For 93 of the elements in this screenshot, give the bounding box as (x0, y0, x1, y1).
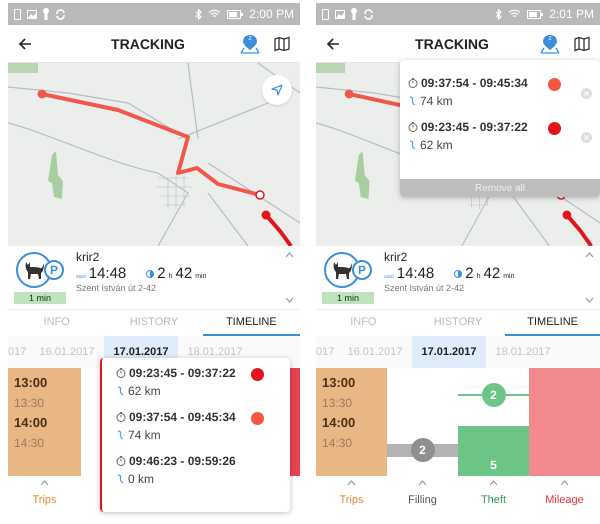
trip-time: 09:46:23 - 09:59:26 (129, 454, 236, 468)
hour-label: 14:00 (14, 416, 48, 430)
screen-title: TRACKING (414, 36, 490, 52)
duration-icon (146, 270, 154, 278)
category-tab[interactable]: Filling (387, 476, 458, 518)
vehicle-address: Szent István út 2-42 (76, 283, 158, 293)
image-icon (27, 10, 37, 18)
bluetooth-icon (495, 8, 502, 20)
route-icon (116, 386, 125, 396)
caret-icon (489, 480, 498, 486)
wifi-icon (208, 9, 222, 19)
screen-title: TRACKING (110, 36, 186, 52)
duration-hours: 2 (157, 265, 166, 282)
vehicle-avatar (16, 252, 52, 288)
vehicle-address: Szent István út 2-42 (384, 283, 466, 293)
bluetooth-icon (195, 8, 202, 20)
category-tab[interactable]: Theft (458, 476, 529, 518)
trip-distance: 62 km (420, 138, 453, 152)
expand-icon (585, 297, 594, 303)
status-time: 2:00 PM (249, 7, 294, 21)
caret-icon (560, 480, 569, 486)
stopwatch-icon (116, 368, 126, 378)
trip-distance: 0 km (128, 472, 154, 486)
stopwatch-icon (116, 456, 126, 466)
hour-label: 13:00 (322, 376, 356, 390)
sync-icon (363, 8, 374, 20)
category-tab[interactable]: Trips (8, 476, 81, 518)
vehicle-name: krir2 (76, 250, 100, 264)
caret-icon (347, 480, 356, 486)
close-icon (584, 135, 589, 140)
hour-label: 14:00 (322, 416, 356, 430)
category-tab[interactable]: Mileage (529, 476, 600, 518)
hour-label: 13:30 (322, 396, 354, 410)
keyhole-icon (43, 8, 49, 20)
age-badge: 1 min (14, 292, 66, 304)
stopwatch-icon (408, 78, 418, 88)
duration-icon (454, 270, 462, 278)
start-time: 14:48 (88, 265, 126, 282)
trip-distance: 74 km (420, 94, 453, 108)
back-button[interactable] (18, 36, 32, 50)
trip-time: 09:23:45 - 09:37:22 (129, 366, 236, 380)
stopwatch-icon (408, 122, 418, 132)
navigation-arrow-icon (271, 84, 283, 96)
sync-icon (55, 8, 66, 20)
phone-icon (14, 8, 21, 20)
route-icon (408, 140, 417, 150)
expand-icon (285, 297, 294, 303)
collapse-icon (585, 252, 594, 258)
map-button[interactable] (274, 36, 290, 52)
route-icon (116, 430, 125, 440)
duration-hours: 2 (465, 265, 474, 282)
stopwatch-icon (116, 412, 126, 422)
trip-distance: 74 km (128, 428, 161, 442)
battery-icon (227, 10, 244, 18)
battery-icon (527, 10, 544, 18)
theft-block: 5 (458, 426, 529, 476)
wifi-icon (508, 9, 522, 19)
parking-badge: P (44, 260, 64, 280)
vehicle-avatar (324, 252, 360, 288)
duration-minutes: 42 (484, 265, 500, 282)
tab[interactable]: INFO (8, 310, 106, 336)
hour-label: 14:30 (322, 436, 354, 450)
duration-minutes: 42 (176, 265, 192, 282)
route-icon (408, 96, 417, 106)
trip-distance: 62 km (128, 384, 161, 398)
tab[interactable]: HISTORY (105, 310, 203, 336)
count-badge: 2 (410, 438, 434, 462)
tab[interactable]: HISTORY (410, 310, 506, 336)
trip-time: 09:37:54 - 09:45:34 (129, 410, 236, 424)
vehicle-name: krir2 (384, 250, 408, 264)
keyhole-icon (351, 8, 357, 20)
parking-badge: P (352, 260, 372, 280)
tab[interactable]: INFO (316, 310, 411, 336)
count-badge: 2 (482, 383, 506, 407)
category-tab[interactable]: Trips (316, 476, 387, 518)
collapse-icon (285, 252, 294, 258)
start-time: 14:48 (396, 265, 434, 282)
caret-icon (418, 480, 427, 486)
map-button[interactable] (574, 36, 590, 52)
status-time: 2:01 PM (549, 7, 594, 21)
hour-label: 13:30 (14, 396, 46, 410)
trip-time: 09:23:45 - 09:37:22 (421, 120, 528, 134)
route-icon (116, 474, 125, 484)
hour-label: 13:00 (14, 376, 48, 390)
age-badge: 1 min (322, 292, 374, 304)
image-icon (335, 10, 345, 18)
hour-label: 14:30 (14, 436, 46, 450)
phone-icon (322, 8, 329, 20)
caret-icon (40, 480, 49, 486)
back-button[interactable] (326, 36, 340, 50)
date-tab[interactable]: 17.01.2017 (412, 336, 486, 368)
close-icon (584, 91, 589, 96)
trip-time: 09:37:54 - 09:45:34 (421, 76, 528, 90)
